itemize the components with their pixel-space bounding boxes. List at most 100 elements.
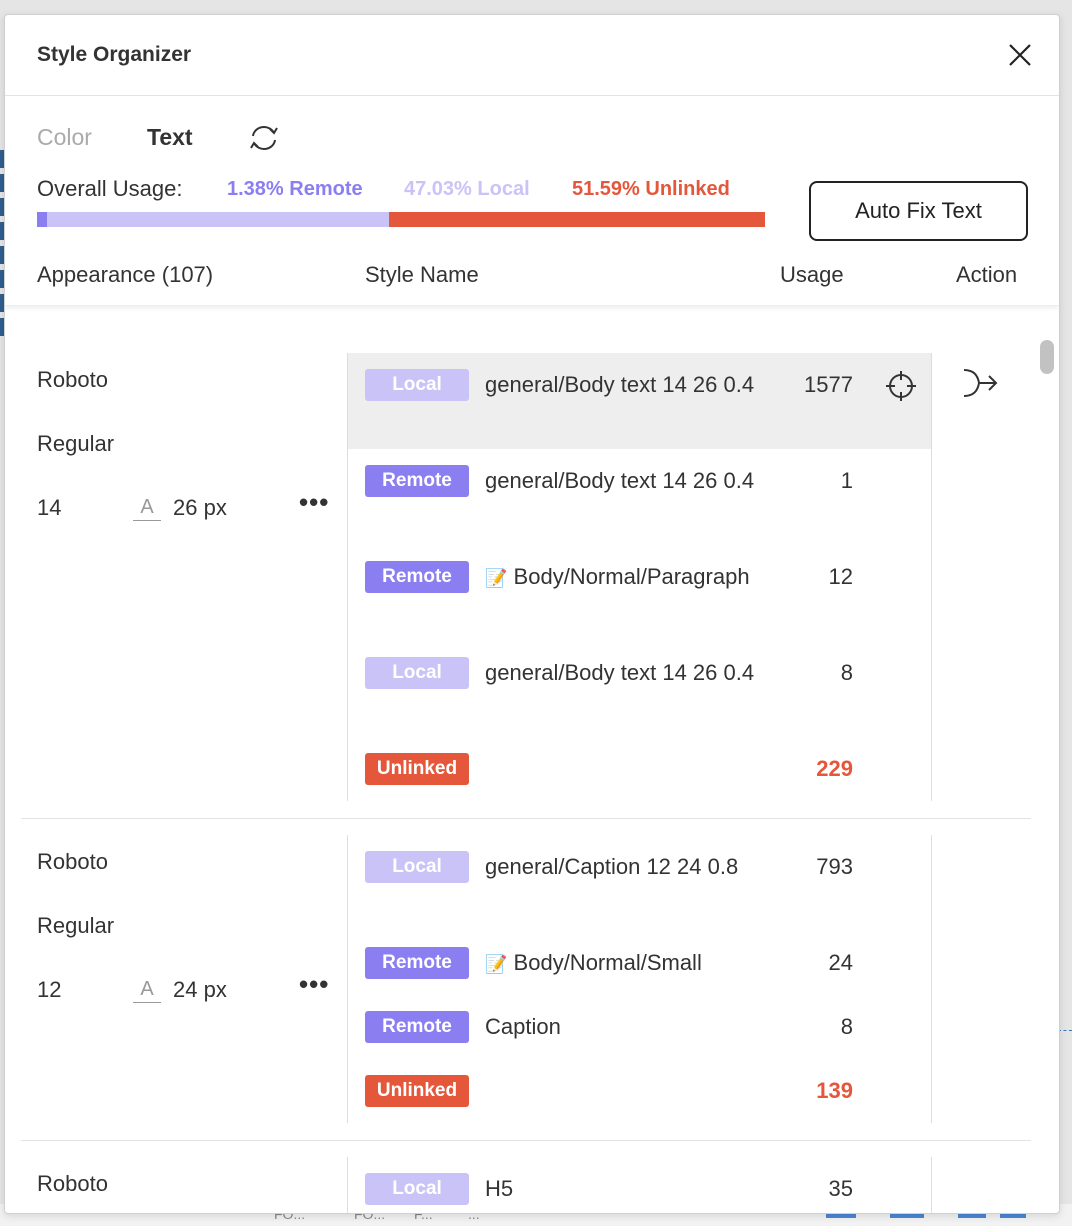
- usage-label: Overall Usage:: [37, 176, 183, 201]
- usage-count: 35: [828, 1176, 853, 1201]
- line-height-icon: A: [133, 493, 161, 521]
- font-size: 12: [37, 977, 62, 1002]
- style-list[interactable]: Roboto Regular 14 A 26 px ••• Local general/Bod…: [5, 337, 1031, 1213]
- style-row[interactable]: Local general/Caption 12 24 0.8 793: [348, 835, 931, 931]
- font-family: Roboto: [37, 367, 108, 392]
- background-canvas-right: [1058, 1030, 1072, 1060]
- status-badge: Local: [365, 1173, 469, 1205]
- style-row[interactable]: Unlinked 229: [348, 737, 931, 801]
- local-percentage: 47.03% Local: [404, 178, 530, 200]
- scrollbar[interactable]: [1037, 337, 1057, 1213]
- style-group: Roboto Regular 14 A 26 px ••• Local general/Bod…: [21, 337, 1031, 819]
- style-name-text: Body/Normal/Small: [513, 950, 702, 975]
- usage-count: 229: [816, 756, 853, 781]
- usage-count: 24: [828, 950, 853, 975]
- usage-header: Usage: [780, 262, 844, 287]
- tab-bar: Color Text: [5, 96, 1059, 166]
- style-name-text: Body/Normal/Paragraph: [513, 564, 750, 589]
- style-row[interactable]: Remote Caption 8: [348, 995, 931, 1059]
- style-name: general/Body text 14 26 0.4: [485, 369, 760, 401]
- usage-count: 1577: [804, 372, 853, 397]
- more-options-icon[interactable]: •••: [299, 487, 329, 518]
- status-badge: Unlinked: [365, 1075, 469, 1107]
- style-rows: Local general/Caption 12 24 0.8 793 Remote 📝…: [347, 835, 932, 1123]
- status-badge: Remote: [365, 561, 469, 593]
- remote-percentage: 1.38% Remote: [227, 178, 363, 200]
- tab-color[interactable]: Color: [37, 124, 92, 151]
- close-icon[interactable]: [1007, 42, 1033, 68]
- font-weight: Regular: [37, 913, 115, 938]
- status-badge: Remote: [365, 947, 469, 979]
- line-height-icon: A: [133, 975, 161, 1003]
- style-name-text: Caption: [485, 1014, 561, 1039]
- status-badge: Local: [365, 657, 469, 689]
- usage-bar-local: [47, 212, 390, 227]
- usage-count: 12: [828, 564, 853, 589]
- style-name: general/Body text 14 26 0.4: [485, 465, 760, 497]
- style-name-text: general/Body text 14 26 0.4: [485, 372, 755, 397]
- usage-count: 793: [816, 854, 853, 879]
- style-row[interactable]: Remote general/Body text 14 26 0.4 1: [348, 449, 931, 545]
- tab-text[interactable]: Text: [147, 124, 193, 151]
- overall-usage: Overall Usage: 1.38% Remote 47.03% Local…: [5, 166, 1059, 258]
- style-rows: Local H5 35: [347, 1157, 932, 1213]
- memo-icon: 📝: [485, 568, 508, 588]
- background-mark: [958, 1214, 986, 1218]
- action-header: Action: [956, 262, 1018, 287]
- usage-bar-remote: [37, 212, 48, 227]
- usage-count: 139: [816, 1078, 853, 1103]
- appearance-header: Appearance (107): [37, 262, 214, 287]
- style-row[interactable]: Unlinked 139: [348, 1059, 931, 1123]
- style-row[interactable]: Local H5 35: [348, 1157, 931, 1213]
- style-group: Roboto Local H5 35: [21, 1141, 1031, 1213]
- font-size: 14: [37, 495, 62, 520]
- usage-bar: [37, 212, 765, 227]
- style-row[interactable]: Local general/Body text 14 26 0.4 1577: [348, 353, 931, 449]
- panel-title: Style Organizer: [37, 43, 192, 66]
- font-family: Roboto: [37, 849, 108, 874]
- style-name-header: Style Name: [365, 262, 479, 287]
- style-name: Caption: [485, 1011, 760, 1043]
- font-weight: Regular: [37, 431, 115, 456]
- style-row[interactable]: Remote 📝 Body/Normal/Small 24: [348, 931, 931, 995]
- panel-header: Style Organizer: [5, 15, 1059, 96]
- style-name: general/Caption 12 24 0.8: [485, 851, 760, 883]
- status-badge: Local: [365, 851, 469, 883]
- usage-count: 1: [840, 468, 853, 493]
- style-name: 📝 Body/Normal/Small: [485, 947, 760, 980]
- line-height: 26 px: [173, 495, 227, 520]
- style-name-text: H5: [485, 1176, 514, 1201]
- style-group: Roboto Regular 12 A 24 px ••• Local general/Cap…: [21, 819, 1031, 1141]
- style-rows: Local general/Body text 14 26 0.4 1577 Remo…: [347, 353, 932, 801]
- status-badge: Remote: [365, 465, 469, 497]
- style-name-text: general/Body text 14 26 0.4: [485, 660, 755, 685]
- merge-icon[interactable]: [961, 367, 999, 399]
- background-mark: [890, 1214, 924, 1218]
- font-family: Roboto: [37, 1171, 108, 1196]
- scrollbar-thumb[interactable]: [1040, 340, 1054, 374]
- status-badge: Local: [365, 369, 469, 401]
- usage-bar-unlinked: [389, 212, 765, 227]
- style-name-text: general/Caption 12 24 0.8: [485, 854, 739, 879]
- status-badge: Unlinked: [365, 753, 469, 785]
- memo-icon: 📝: [485, 954, 508, 974]
- line-height: 24 px: [173, 977, 227, 1002]
- style-name: general/Body text 14 26 0.4: [485, 657, 760, 689]
- style-organizer-panel: Style Organizer Color Text Overall Usage…: [4, 14, 1060, 1214]
- table-header: Appearance (107) Style Name Usage Action: [5, 258, 1059, 306]
- unlinked-percentage: 51.59% Unlinked: [572, 178, 730, 200]
- usage-count: 8: [840, 660, 853, 685]
- status-badge: Remote: [365, 1011, 469, 1043]
- style-row[interactable]: Local general/Body text 14 26 0.4 8: [348, 641, 931, 737]
- style-row[interactable]: Remote 📝 Body/Normal/Paragraph 12: [348, 545, 931, 641]
- refresh-icon[interactable]: [248, 123, 280, 153]
- style-name-text: general/Body text 14 26 0.4: [485, 468, 755, 493]
- background-mark: [1000, 1214, 1026, 1218]
- more-options-icon[interactable]: •••: [299, 969, 329, 1000]
- style-name: 📝 Body/Normal/Paragraph: [485, 561, 760, 594]
- style-name: H5: [485, 1173, 760, 1205]
- auto-fix-text-button[interactable]: Auto Fix Text: [809, 181, 1028, 241]
- background-mark: [826, 1214, 856, 1218]
- locate-icon[interactable]: [885, 370, 917, 402]
- usage-count: 8: [840, 1014, 853, 1039]
